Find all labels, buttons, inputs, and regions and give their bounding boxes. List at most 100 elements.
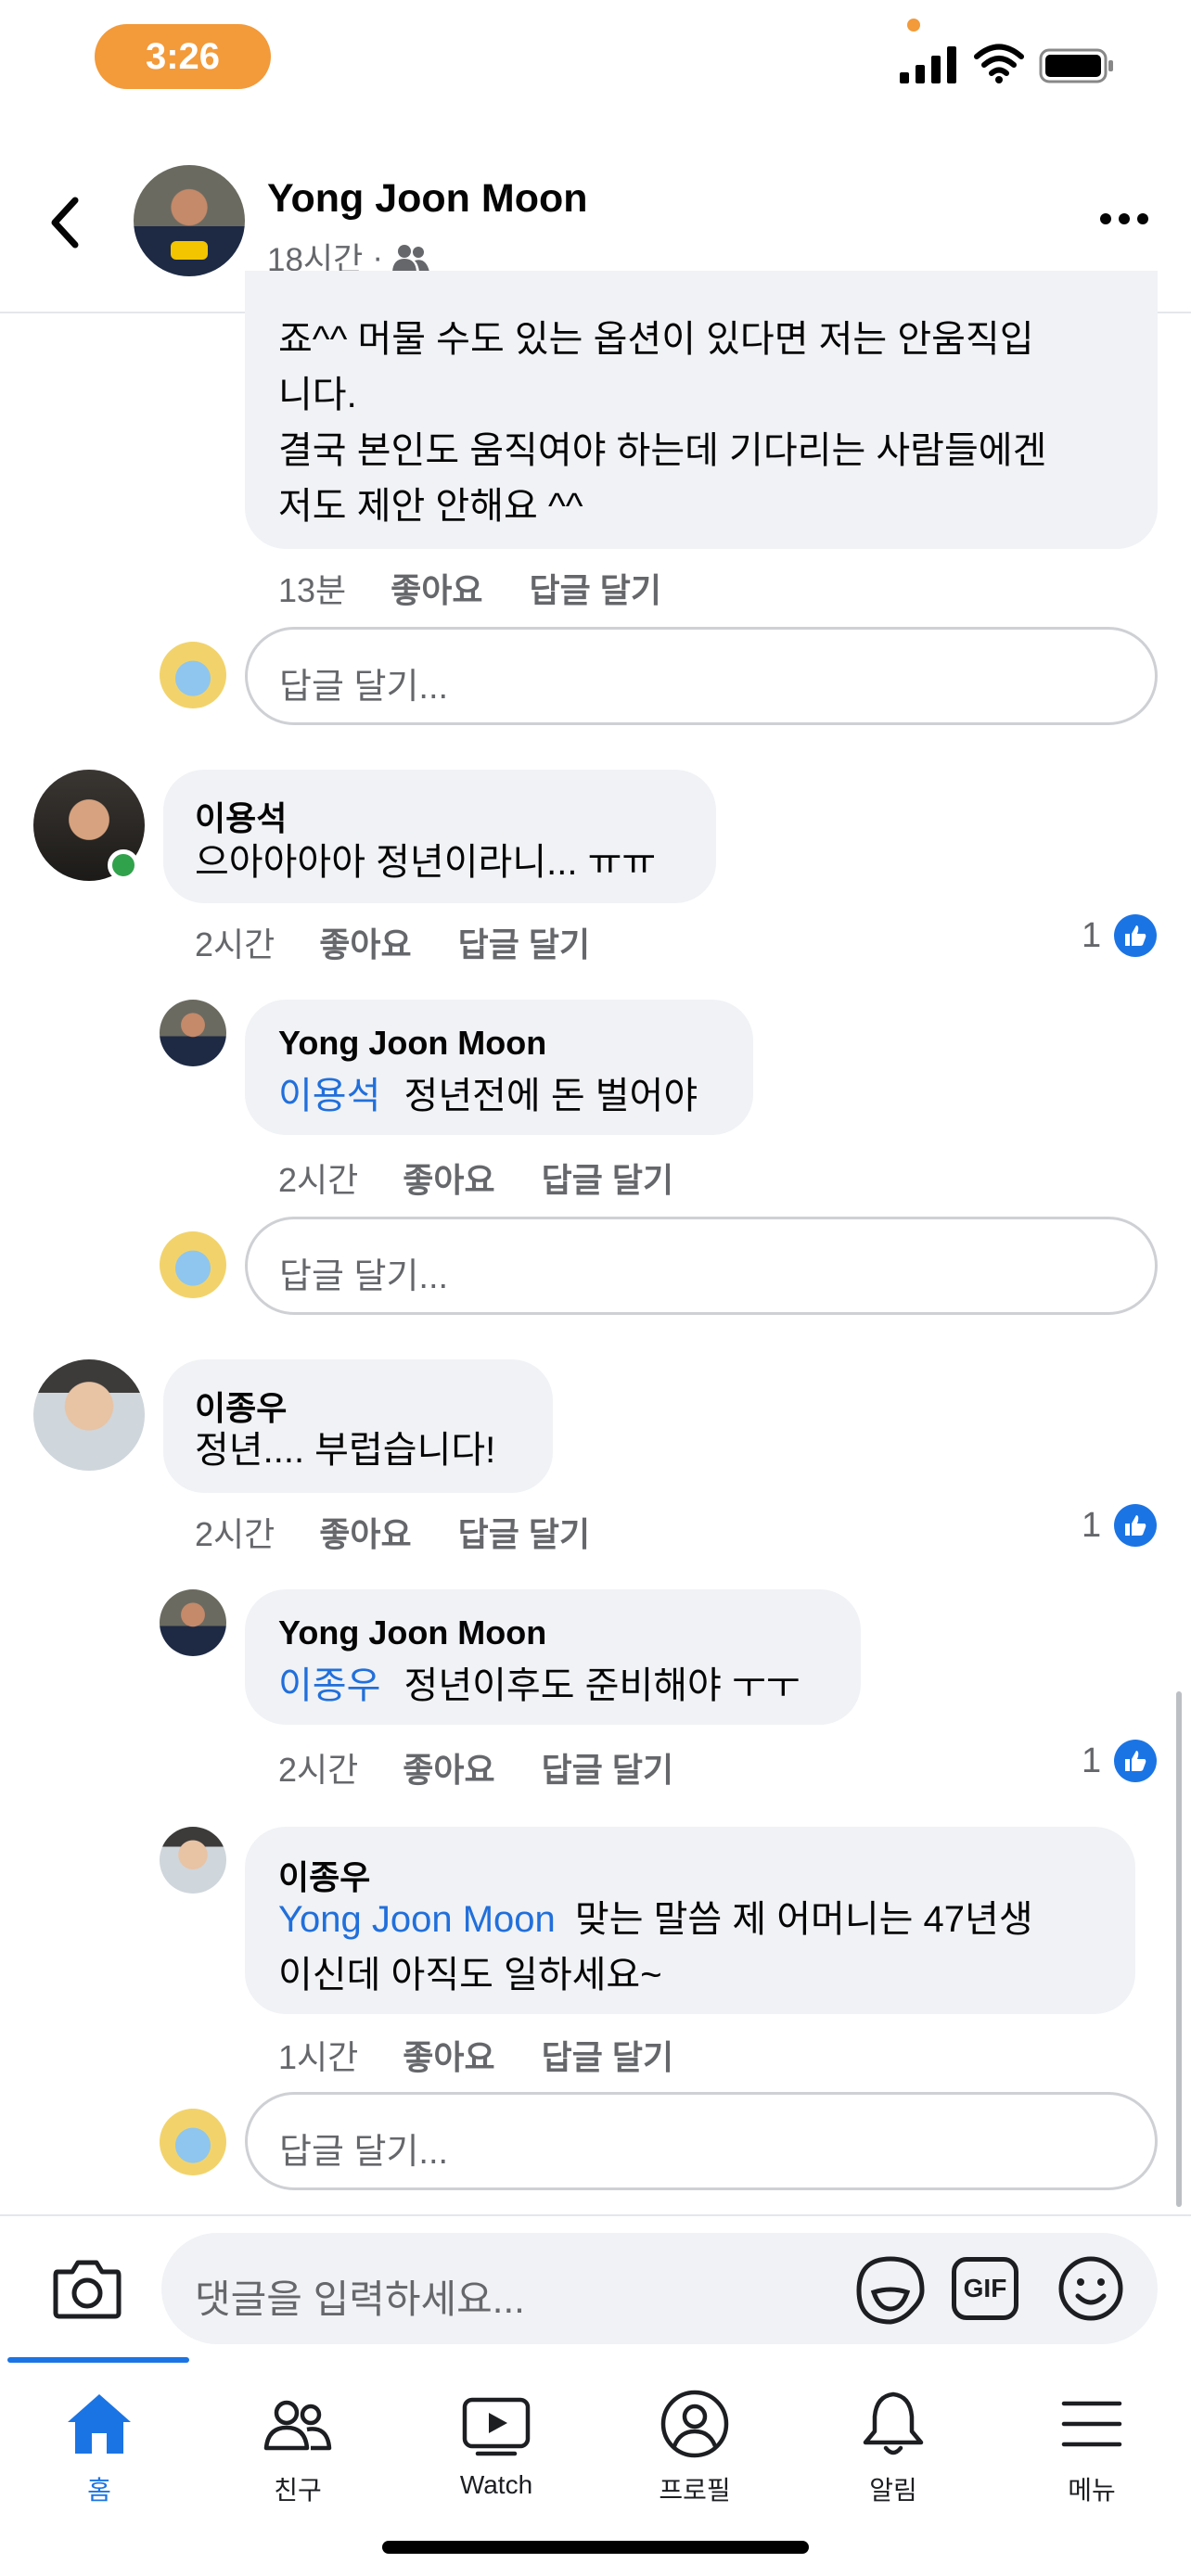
- comment-body: 맞는 말씀 제 어머니는 47년생: [574, 1899, 1033, 1940]
- comment-time: 2시간: [195, 1515, 275, 1553]
- reply-button[interactable]: 답글 달기: [458, 1508, 590, 1556]
- reply-placeholder: 답글 달기...: [279, 1257, 449, 1296]
- comment-time: 1시간: [278, 2038, 359, 2076]
- tab-label: 프로필: [659, 2476, 731, 2505]
- my-avatar: [160, 642, 226, 708]
- comment-text-line: 이신데 아직도 일하세요~: [278, 1955, 662, 1996]
- reaction-count-value: 1: [1082, 1505, 1102, 1545]
- comment-body: 정년이후도 준비해야 ㅜㅜ: [403, 1665, 800, 1706]
- author-avatar[interactable]: [134, 165, 245, 276]
- friends-icon: [263, 2400, 332, 2451]
- thumbs-up-icon: [1114, 1740, 1158, 1782]
- like-button[interactable]: 좋아요: [319, 1508, 411, 1556]
- comment-actions: 2시간 좋아요 답글 달기: [278, 1154, 673, 1202]
- reply-placeholder: 답글 달기...: [279, 2133, 449, 2172]
- reply-placeholder: 답글 달기...: [279, 668, 449, 707]
- comment-text: 정년.... 부럽습니다!: [195, 1430, 496, 1471]
- comment-text: 이종우 정년이후도 준비해야 ㅜㅜ: [278, 1658, 800, 1714]
- commenter-avatar[interactable]: [160, 1589, 226, 1656]
- commenter-avatar[interactable]: [160, 1827, 226, 1894]
- like-button[interactable]: 좋아요: [319, 918, 411, 966]
- like-button[interactable]: 좋아요: [403, 1743, 494, 1792]
- reaction-count[interactable]: 1: [1082, 1740, 1158, 1782]
- comment-text-line: 저도 제안 안해요 ^^: [278, 486, 583, 527]
- back-button[interactable]: [37, 185, 93, 260]
- comment-actions: 2시간 좋아요 답글 달기: [278, 1743, 673, 1792]
- like-button[interactable]: 좋아요: [391, 564, 482, 612]
- gif-button[interactable]: GIF: [952, 2257, 1018, 2320]
- comment-input[interactable]: 댓글을 입력하세요... GIF: [161, 2233, 1158, 2344]
- my-avatar: [160, 1231, 226, 1298]
- friends-audience-icon: [392, 244, 429, 272]
- more-dots-icon: [1100, 213, 1148, 224]
- reply-button[interactable]: 답글 달기: [542, 1154, 673, 1202]
- comment-composer: 댓글을 입력하세요... GIF: [0, 2214, 1191, 2357]
- mention-link[interactable]: 이종우: [278, 1665, 380, 1706]
- status-bar: 3:26: [0, 0, 1191, 130]
- home-indicator: [382, 2541, 809, 2554]
- comment-time: 2시간: [278, 1751, 359, 1789]
- reply-input[interactable]: 답글 달기...: [245, 627, 1158, 725]
- comment-actions: 13분 좋아요 답글 달기: [278, 564, 661, 612]
- like-button[interactable]: 좋아요: [403, 1154, 494, 1202]
- comment-time: 2시간: [278, 1161, 359, 1199]
- commenter-name[interactable]: Yong Joon Moon: [278, 1024, 546, 1063]
- comment-placeholder: 댓글을 입력하세요...: [195, 2277, 525, 2321]
- reply-button[interactable]: 답글 달기: [542, 2031, 673, 2079]
- commenter-name[interactable]: 이용석: [195, 792, 287, 840]
- comment-text-line: 니다.: [278, 375, 357, 415]
- gif-label: GIF: [963, 2274, 1007, 2302]
- like-button[interactable]: 좋아요: [403, 2031, 494, 2079]
- reply-button[interactable]: 답글 달기: [542, 1743, 673, 1792]
- reply-button[interactable]: 답글 달기: [530, 564, 661, 612]
- online-status-indicator: [108, 849, 139, 881]
- comment-actions: 1시간 좋아요 답글 달기: [278, 2031, 673, 2079]
- commenter-avatar[interactable]: [33, 1359, 145, 1471]
- reply-input[interactable]: 답글 달기...: [245, 2092, 1158, 2190]
- sticker-icon[interactable]: [855, 2255, 926, 2326]
- tab-watch[interactable]: Watch: [397, 2387, 596, 2526]
- tab-label: 홈: [87, 2476, 111, 2505]
- profile-icon: [660, 2390, 729, 2458]
- reply-input[interactable]: 답글 달기...: [245, 1217, 1158, 1315]
- comment-text: 으아아아아 정년이라니... ㅠㅠ: [195, 842, 657, 883]
- comment-time: 2시간: [195, 925, 275, 963]
- emoji-icon[interactable]: [1057, 2255, 1124, 2322]
- privacy-indicator: [907, 19, 920, 32]
- commenter-name[interactable]: Yong Joon Moon: [278, 1613, 546, 1652]
- thumbs-up-icon: [1114, 914, 1158, 957]
- comment-body: 정년전에 돈 벌어야: [403, 1076, 698, 1116]
- battery-icon: [1039, 48, 1113, 83]
- tab-menu[interactable]: 메뉴: [992, 2387, 1191, 2526]
- cellular-signal-icon: [900, 46, 956, 83]
- reaction-count[interactable]: 1: [1082, 1504, 1158, 1547]
- comment-actions: 2시간 좋아요 답글 달기: [195, 918, 590, 966]
- tab-label: 메뉴: [1068, 2476, 1116, 2505]
- reply-button[interactable]: 답글 달기: [458, 918, 590, 966]
- watch-icon: [462, 2397, 531, 2456]
- comment-text-line: 죠^^ 머물 수도 있는 옵션이 있다면 저는 안움직입: [278, 319, 1034, 360]
- reaction-count-value: 1: [1082, 915, 1102, 955]
- mention-link[interactable]: Yong Joon Moon: [278, 1899, 556, 1940]
- menu-icon: [1061, 2401, 1122, 2447]
- bell-icon: [863, 2391, 924, 2455]
- comment-time: 13분: [278, 571, 347, 609]
- commenter-avatar[interactable]: [160, 1000, 226, 1066]
- reaction-count[interactable]: 1: [1082, 914, 1158, 957]
- wifi-icon: [974, 44, 1024, 83]
- comment-text: Yong Joon Moon 맞는 말씀 제 어머니는 47년생: [278, 1892, 1033, 1947]
- comment-actions: 2시간 좋아요 답글 달기: [195, 1508, 590, 1556]
- active-tab-indicator: [7, 2357, 189, 2363]
- home-icon: [68, 2394, 131, 2454]
- tab-notifications[interactable]: 알림: [794, 2387, 992, 2526]
- more-options-button[interactable]: [1095, 200, 1154, 237]
- tab-home[interactable]: 홈: [0, 2387, 198, 2526]
- camera-icon[interactable]: [52, 2255, 122, 2320]
- mention-link[interactable]: 이용석: [278, 1076, 380, 1116]
- tab-profile[interactable]: 프로필: [596, 2387, 794, 2526]
- tab-label: 알림: [869, 2476, 917, 2505]
- tab-friends[interactable]: 친구: [198, 2387, 397, 2526]
- tab-label: 친구: [274, 2476, 322, 2505]
- scrollbar[interactable]: [1176, 1691, 1182, 2207]
- author-name[interactable]: Yong Joon Moon: [267, 176, 588, 222]
